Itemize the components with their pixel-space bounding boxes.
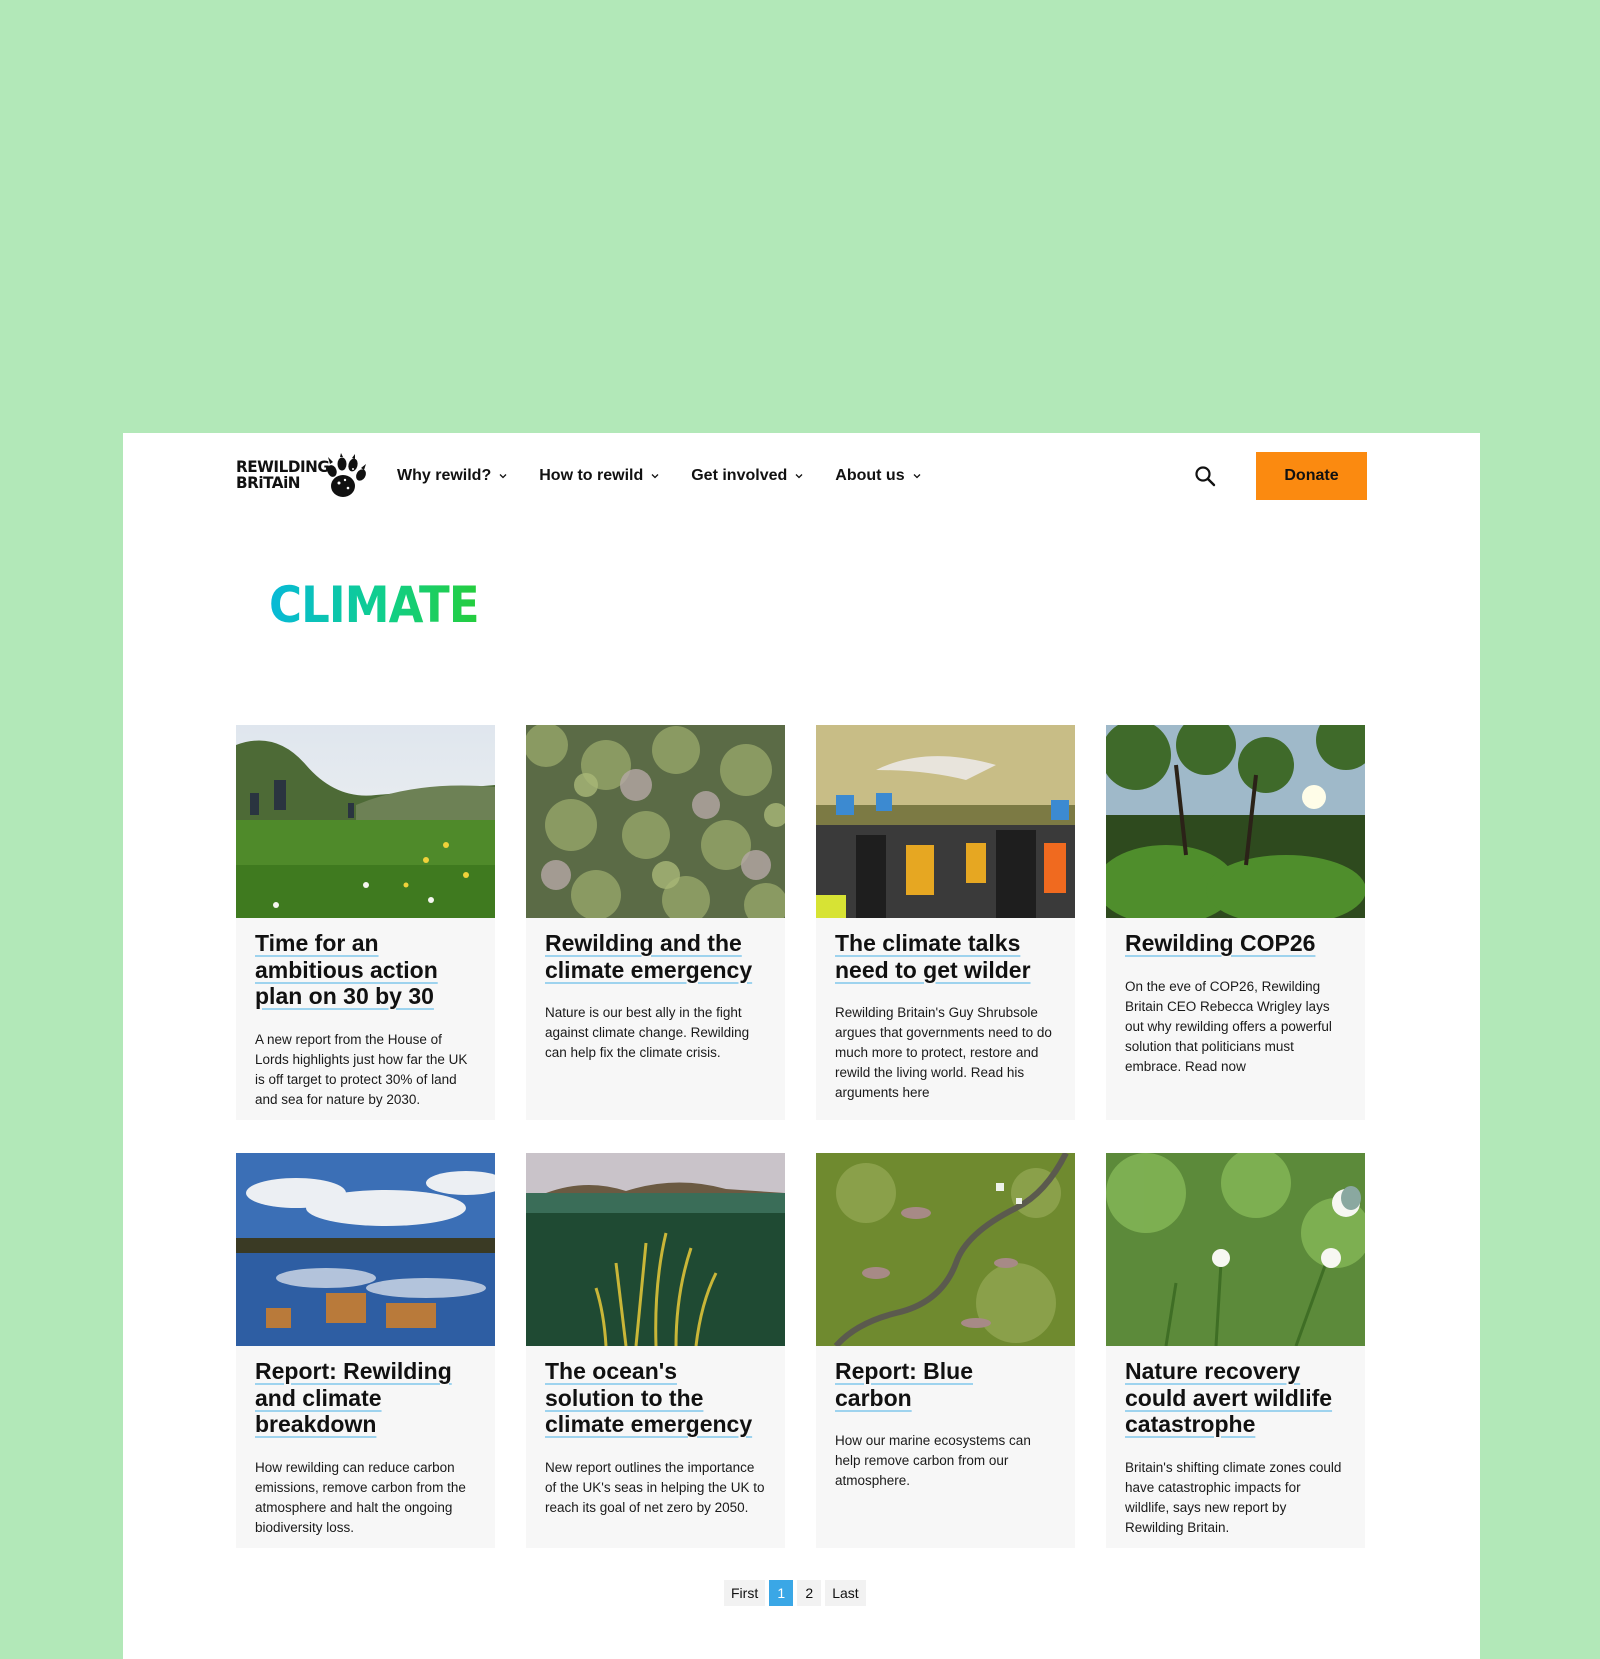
nav-about-us[interactable]: About us [835,467,921,485]
chevron-down-icon [499,474,507,479]
pagination: First 1 2 Last [724,1580,866,1606]
pagination-last[interactable]: Last [825,1580,866,1606]
logo-wordmark: REWILDING BRiTAiN [236,459,330,492]
paw-print-icon [327,453,366,497]
article-image-lake[interactable] [236,1153,495,1346]
card-body: Nature recovery could avert wildlife cat… [1106,1346,1365,1538]
card-body: Rewilding and the climate emergency Natu… [526,918,785,1063]
site-header: REWILDING BRiTAiN Why rewild? How to rew… [123,433,1480,519]
card-description: How our marine ecosystems can help remov… [835,1433,1031,1488]
site-logo[interactable]: REWILDING BRiTAiN [236,453,368,499]
card-description: How rewilding can reduce carbon emission… [255,1459,466,1535]
card-description: Nature is our best ally in the fight aga… [545,1005,750,1060]
donate-button[interactable]: Donate [1256,452,1367,500]
card-description: New report outlines the importance of th… [545,1459,765,1515]
card-description: On the eve of COP26, Rewilding Britain C… [1125,978,1332,1074]
card-description: Britain's shifting climate zones could h… [1125,1459,1342,1535]
pagination-page-2[interactable]: 2 [797,1580,822,1606]
card-body: The climate talks need to get wilder Rew… [816,918,1075,1103]
nav-label: Get involved [691,467,788,484]
chevron-down-icon [651,474,659,479]
article-card[interactable]: Report: Rewilding and climate breakdown … [236,1153,495,1548]
article-image-saltmarsh[interactable] [816,1153,1075,1346]
nav-label: About us [835,467,905,484]
page-container: REWILDING BRiTAiN Why rewild? How to rew… [123,433,1480,1659]
card-title[interactable]: The ocean's solution to the climate emer… [545,1358,765,1438]
article-card[interactable]: Time for an ambitious action plan on 30 … [236,725,495,1120]
card-title[interactable]: Report: Rewilding and climate breakdown [255,1358,475,1438]
card-title[interactable]: Time for an ambitious action plan on 30 … [255,930,475,1010]
article-image-woodland[interactable] [1106,725,1365,918]
card-body: Report: Rewilding and climate breakdown … [236,1346,495,1538]
card-body: The ocean's solution to the climate emer… [526,1346,785,1518]
article-card[interactable]: The climate talks need to get wilder Rew… [816,725,1075,1120]
card-body: Time for an ambitious action plan on 30 … [236,918,495,1110]
article-card[interactable]: Nature recovery could avert wildlife cat… [1106,1153,1365,1548]
page-title: CLIMATE [269,576,480,634]
article-card[interactable]: Rewilding COP26 On the eve of COP26, Rew… [1106,725,1365,1120]
card-description: A new report from the House of Lords hig… [255,1031,468,1107]
card-title[interactable]: The climate talks need to get wilder [835,930,1055,983]
card-title[interactable]: Report: Blue carbon [835,1358,1055,1411]
pagination-first[interactable]: First [724,1580,766,1606]
article-grid: Time for an ambitious action plan on 30 … [236,725,1367,1548]
article-image-climate-march[interactable] [816,725,1075,918]
nav-label: Why rewild? [397,467,492,484]
main-nav: Why rewild? How to rewild Get involved A… [397,433,953,519]
card-description: Rewilding Britain's Guy Shrubsole argues… [835,1005,1052,1100]
logo-line-2: BRiTAiN [236,473,301,492]
card-title[interactable]: Rewilding and the climate emergency [545,930,765,983]
chevron-down-icon [913,474,921,479]
article-card[interactable]: Report: Blue carbon How our marine ecosy… [816,1153,1075,1548]
article-image-seagrass[interactable] [526,1153,785,1346]
nav-why-rewild[interactable]: Why rewild? [397,467,508,485]
nav-get-involved[interactable]: Get involved [691,467,804,485]
article-card[interactable]: Rewilding and the climate emergency Natu… [526,725,785,1120]
card-title[interactable]: Nature recovery could avert wildlife cat… [1125,1358,1345,1438]
nav-label: How to rewild [539,467,644,484]
card-body: Rewilding COP26 On the eve of COP26, Rew… [1106,918,1365,1077]
card-body: Report: Blue carbon How our marine ecosy… [816,1346,1075,1491]
article-image-wildflowers[interactable] [1106,1153,1365,1346]
article-card[interactable]: The ocean's solution to the climate emer… [526,1153,785,1548]
article-image-meadow[interactable] [236,725,495,918]
nav-how-to-rewild[interactable]: How to rewild [539,467,660,485]
card-title[interactable]: Rewilding COP26 [1125,930,1345,957]
pagination-page-1[interactable]: 1 [769,1580,794,1606]
search-icon[interactable] [1194,465,1216,487]
article-image-forest-canopy[interactable] [526,725,785,918]
chevron-down-icon [795,474,803,479]
